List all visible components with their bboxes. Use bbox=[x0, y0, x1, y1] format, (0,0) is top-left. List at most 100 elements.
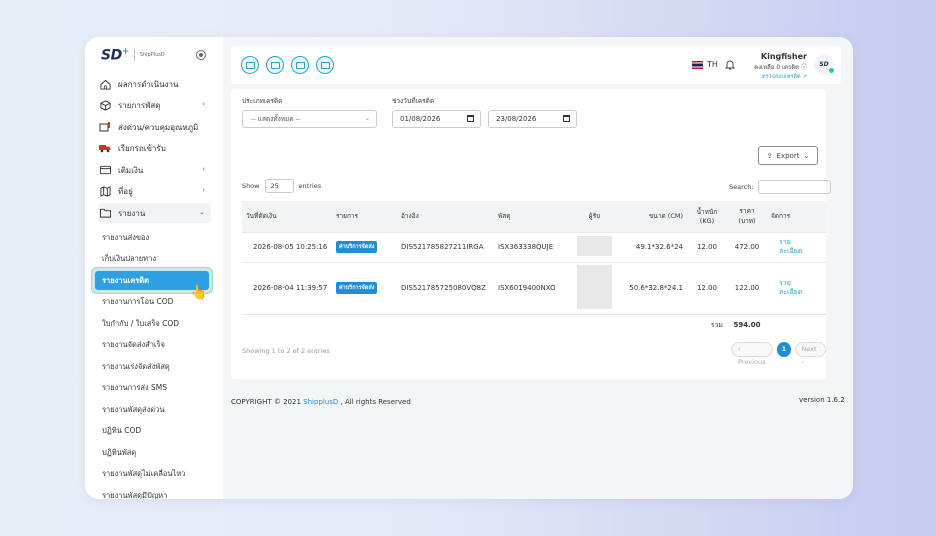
sidebar-item-label: ผลการดำเนินงาน bbox=[118, 79, 179, 89]
cell-weight: 12.00 bbox=[687, 231, 727, 262]
cell-weight: 12.00 bbox=[687, 261, 727, 314]
date-from-value: 01/08/2026 bbox=[400, 115, 441, 123]
credit-balance: คงเหลือ 0 เครดิต bbox=[754, 64, 800, 71]
report-cod-transfer[interactable]: รายงานการโอน COD bbox=[102, 295, 173, 309]
report-shipping[interactable]: รายงานส่งของ bbox=[102, 231, 149, 245]
sidebar-item-topup[interactable]: เติมเงิน › bbox=[99, 160, 211, 180]
search-label: Search: bbox=[729, 183, 754, 191]
receiver-redacted bbox=[577, 265, 612, 309]
total-label: รวม bbox=[687, 313, 727, 336]
col-price[interactable]: ราคา (บาท) bbox=[727, 201, 767, 232]
calendar-cod[interactable]: ปฏิทิน COD bbox=[102, 424, 141, 438]
user-info[interactable]: Kingfisher คงเหลือ 0 เครดิต ⓘ ตรวจสอบเคร… bbox=[741, 52, 807, 81]
table-header-row: วันที่ตัดเงิน รายการ อ้างอิง พัสดุ ผู้รั… bbox=[242, 201, 826, 232]
cell-parcel: ISX6019400NXO bbox=[494, 261, 572, 314]
cell-action: ราย ละเอียด bbox=[767, 231, 826, 262]
cell-parcel: ISX363338QUJE bbox=[494, 231, 572, 262]
table-total-row: รวม 594.00 bbox=[242, 313, 826, 336]
report-expedite[interactable]: รายงานเร่งจัดส่งพัสดุ bbox=[102, 360, 170, 374]
next-button[interactable]: Next › bbox=[794, 342, 827, 366]
receiver-redacted bbox=[577, 236, 612, 256]
cell-action: ราย ละเอียด bbox=[767, 261, 826, 314]
cell-receiver bbox=[572, 231, 617, 262]
box-icon bbox=[99, 99, 111, 111]
sidebar-item-label: ที่อยู่ bbox=[118, 186, 133, 196]
sidebar-toggle-icon[interactable] bbox=[196, 50, 206, 60]
copyright-prefix: COPYRIGHT © 2021 bbox=[231, 398, 301, 406]
report-idle[interactable]: รายงานพัสดุไม่เคลื่อนไหว bbox=[102, 467, 185, 481]
app-window: SD+ ShipPlusD ผลการดำเนินงาน รายการพัสดุ… bbox=[85, 37, 853, 499]
report-express[interactable]: รายงานพัสดุส่งด่วน bbox=[102, 403, 164, 417]
credit-type-value: -- แสดงทั้งหมด -- bbox=[251, 115, 301, 123]
calendar-icon[interactable] bbox=[563, 115, 570, 122]
col-receiver[interactable]: ผู้รับ bbox=[572, 201, 617, 232]
check-credit-link[interactable]: ตรวจสอบเครดิต bbox=[762, 74, 801, 80]
thermo-box-icon bbox=[99, 121, 111, 133]
version-label: version 1.6.2 bbox=[799, 396, 845, 404]
brand-logo[interactable]: SD+ ShipPlusD bbox=[101, 47, 165, 64]
date-from-input[interactable]: 01/08/2026 bbox=[392, 110, 481, 128]
sidebar-item-label: ส่งด่วน/ควบคุมอุณหภูมิ bbox=[118, 122, 199, 132]
page-length-control: Show 25 entries bbox=[242, 179, 321, 193]
detail-link[interactable]: ราย ละเอียด bbox=[779, 279, 805, 297]
report-cod[interactable]: เก็บเงินปลายทาง bbox=[102, 252, 156, 266]
date-to-value: 23/08/2026 bbox=[496, 115, 537, 123]
cell-date: 2026-08-04 11:39:57 bbox=[242, 261, 332, 314]
previous-label: Previous bbox=[738, 358, 766, 366]
date-range-label: ช่วงวันที่เครดิต bbox=[392, 97, 435, 105]
sidebar-item-dashboard[interactable]: ผลการดำเนินงาน bbox=[99, 74, 211, 94]
sidebar-item-label: เติมเงิน bbox=[118, 165, 144, 175]
pointer-hand-icon: 👆 bbox=[190, 285, 208, 301]
cell-size: 49.1*32.6*24 bbox=[617, 231, 687, 262]
sidebar-item-pickup[interactable]: เรียกรถเข้ารับ bbox=[99, 138, 211, 158]
logo-text: ShipPlusD bbox=[139, 52, 165, 59]
page-length-select[interactable]: 25 bbox=[264, 179, 294, 193]
shortcut-parcel-icon[interactable] bbox=[291, 56, 309, 74]
language-switch[interactable]: TH bbox=[692, 60, 718, 69]
pagination: ‹ Previous 1 Next › bbox=[731, 342, 827, 366]
shortcut-create-icon[interactable] bbox=[241, 56, 259, 74]
col-size[interactable]: ขนาด (CM) bbox=[617, 201, 687, 232]
export-button[interactable]: ⇪ Export ⌄ bbox=[758, 146, 818, 165]
sidebar-item-reports[interactable]: รายงาน ⌄ bbox=[99, 203, 211, 223]
calendar-icon[interactable] bbox=[467, 115, 474, 122]
previous-button[interactable]: ‹ Previous bbox=[731, 342, 774, 366]
detail-link[interactable]: ราย ละเอียด bbox=[779, 238, 805, 256]
shortcut-wallet-icon[interactable] bbox=[316, 56, 334, 74]
bell-icon[interactable] bbox=[724, 59, 736, 73]
col-weight[interactable]: น้ำหนัก (KG) bbox=[687, 201, 727, 232]
sidebar-item-label: รายงาน bbox=[118, 208, 146, 218]
logo-plus: + bbox=[121, 47, 130, 57]
avatar[interactable]: SD bbox=[814, 55, 835, 75]
report-delivered[interactable]: รายงานจัดส่งสำเร็จ bbox=[102, 338, 165, 352]
cell-receiver bbox=[572, 261, 617, 314]
col-ref[interactable]: อ้างอิง bbox=[397, 201, 494, 232]
credit-type-select[interactable]: -- แสดงทั้งหมด -- ⌄ bbox=[242, 110, 377, 128]
report-cod-invoice[interactable]: ใบกำกับ / ใบเสร็จ COD bbox=[102, 317, 179, 331]
calendar-parcel[interactable]: ปฏิทินพัสดุ bbox=[102, 446, 136, 460]
col-date[interactable]: วันที่ตัดเงิน bbox=[242, 201, 332, 232]
sidebar-item-address[interactable]: ที่อยู่ › bbox=[99, 181, 211, 201]
chevron-right-icon: › bbox=[202, 100, 205, 108]
report-problem[interactable]: รายงานพัสดุมีปัญหา bbox=[102, 489, 167, 499]
cell-price: 472.00 bbox=[727, 231, 767, 262]
report-sms[interactable]: รายงานการส่ง SMS bbox=[102, 381, 167, 395]
sidebar-item-parcels[interactable]: รายการพัสดุ › bbox=[99, 95, 211, 115]
entries-info: Showing 1 to 2 of 2 entries bbox=[242, 347, 330, 355]
cell-ref: DIS521785725080VQ8Z bbox=[397, 261, 494, 314]
page-1-button[interactable]: 1 bbox=[777, 342, 791, 357]
next-label: Next bbox=[801, 345, 817, 353]
thai-flag-icon bbox=[692, 60, 703, 69]
shortcut-pickup-icon[interactable] bbox=[266, 56, 284, 74]
sidebar-item-express[interactable]: ส่งด่วน/ควบคุมอุณหภูมิ bbox=[99, 117, 211, 137]
date-to-input[interactable]: 23/08/2026 bbox=[488, 110, 577, 128]
upload-icon: ⇪ bbox=[766, 151, 773, 160]
page-length-value: 25 bbox=[270, 182, 279, 190]
col-parcel[interactable]: พัสดุ bbox=[494, 201, 572, 232]
copyright: COPYRIGHT © 2021 ShipplusD , All rights … bbox=[231, 398, 411, 406]
sidebar: SD+ ShipPlusD ผลการดำเนินงาน รายการพัสดุ… bbox=[85, 37, 223, 499]
main-area: TH Kingfisher คงเหลือ 0 เครดิต ⓘ ตรวจสอบ… bbox=[223, 37, 853, 499]
search-input[interactable] bbox=[757, 180, 831, 194]
brand-link[interactable]: ShipplusD bbox=[303, 398, 338, 406]
col-type[interactable]: รายการ bbox=[332, 201, 397, 232]
